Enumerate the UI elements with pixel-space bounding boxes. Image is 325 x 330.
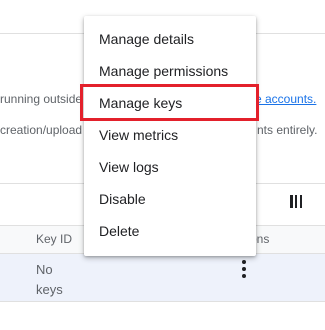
menu-item-view-metrics[interactable]: View metrics: [84, 119, 256, 151]
accounts-link[interactable]: e accounts.: [255, 92, 316, 106]
key-id-cell: No keys: [36, 262, 63, 297]
menu-item-manage-details[interactable]: Manage details: [84, 23, 256, 55]
table-row: No keys: [0, 253, 325, 302]
info-text-line-2-end: nts entirely.: [257, 123, 318, 137]
menu-item-disable[interactable]: Disable: [84, 183, 256, 215]
menu-item-manage-keys[interactable]: Manage keys: [84, 87, 256, 119]
menu-item-manage-permissions[interactable]: Manage permissions: [84, 55, 256, 87]
info-text-line-1: running outside: [0, 92, 83, 106]
more-vert-icon[interactable]: [238, 260, 250, 278]
menu-item-delete[interactable]: Delete: [84, 215, 256, 247]
info-text-line-2: creation/upload: [0, 123, 83, 137]
actions-menu: Manage details Manage permissions Manage…: [84, 16, 256, 256]
column-display-options-icon[interactable]: [290, 195, 302, 208]
column-header-key-id[interactable]: Key ID: [36, 232, 72, 246]
menu-item-view-logs[interactable]: View logs: [84, 151, 256, 183]
